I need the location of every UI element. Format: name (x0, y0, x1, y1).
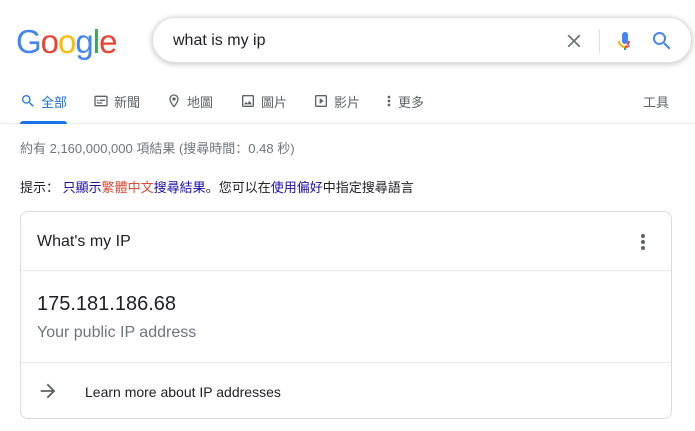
tab-images[interactable]: 圖片 (240, 92, 287, 124)
hint-link-only-show[interactable]: 只顯示 (63, 180, 102, 195)
tab-label: 地圖 (187, 95, 214, 110)
ip-answer-card: What's my IP 175.181.186.68 Your public … (20, 211, 672, 419)
hint-text-end: 中指定搜尋語言 (322, 180, 414, 195)
search-icon (22, 95, 34, 107)
tab-news[interactable]: 新聞 (93, 92, 140, 124)
more-vert-icon (387, 95, 391, 107)
card-title: What's my IP (37, 233, 131, 250)
search-input[interactable]: what is my ip (173, 32, 265, 50)
search-tabs: 全部 新聞 地圖 圖片 影片 更多 工具 (0, 88, 695, 124)
result-stats: 約有 2,160,000,000 項結果 (搜尋時間：0.48 秒) (20, 141, 295, 156)
logo-letter: g (75, 23, 93, 60)
learn-more-label: Learn more about IP addresses (85, 384, 281, 400)
ip-address-label: Your public IP address (37, 324, 197, 341)
arrow-right-icon (40, 383, 56, 399)
close-icon[interactable] (563, 30, 585, 52)
tab-maps[interactable]: 地圖 (166, 92, 213, 124)
learn-more-link[interactable]: Learn more about IP addresses (21, 362, 671, 419)
google-logo[interactable]: Google (16, 23, 117, 61)
tab-label: 新聞 (114, 95, 141, 110)
hint-link-results[interactable]: 搜尋結果 (154, 180, 206, 195)
tab-more[interactable]: 更多 (385, 92, 424, 124)
tab-label: 全部 (41, 95, 68, 110)
hint-text: 。您可以在 (205, 180, 271, 195)
ip-address: 175.181.186.68 (37, 293, 177, 315)
microphone-icon[interactable] (613, 29, 637, 53)
tab-videos[interactable]: 影片 (313, 92, 360, 124)
tab-label: 更多 (398, 95, 425, 110)
search-box[interactable]: what is my ip (152, 17, 692, 63)
logo-letter: G (16, 23, 42, 60)
language-hint: 提示： 只顯示繁體中文搜尋結果。您可以在使用偏好中指定搜尋語言 (20, 177, 414, 196)
news-icon (94, 95, 108, 107)
image-icon (242, 95, 254, 107)
logo-letter: o (40, 23, 59, 60)
active-tab-indicator (20, 121, 68, 124)
tab-label: 工具 (642, 95, 669, 110)
logo-letter: e (99, 23, 117, 60)
tab-all[interactable]: 全部 (20, 92, 68, 124)
hint-prefix: 提示： (20, 180, 60, 195)
tab-tools[interactable]: 工具 (643, 92, 669, 124)
tab-label: 圖片 (261, 95, 288, 110)
map-pin-icon (169, 94, 179, 108)
card-header: What's my IP (21, 212, 671, 271)
search-icon[interactable] (650, 29, 674, 53)
hint-link-preferences[interactable]: 使用偏好 (271, 180, 323, 195)
tab-label: 影片 (334, 95, 361, 110)
logo-letter: o (58, 23, 76, 60)
play-icon (315, 95, 327, 107)
search-divider (599, 29, 600, 53)
more-options-icon[interactable] (636, 230, 650, 254)
hint-link-language[interactable]: 繁體中文 (102, 180, 154, 195)
